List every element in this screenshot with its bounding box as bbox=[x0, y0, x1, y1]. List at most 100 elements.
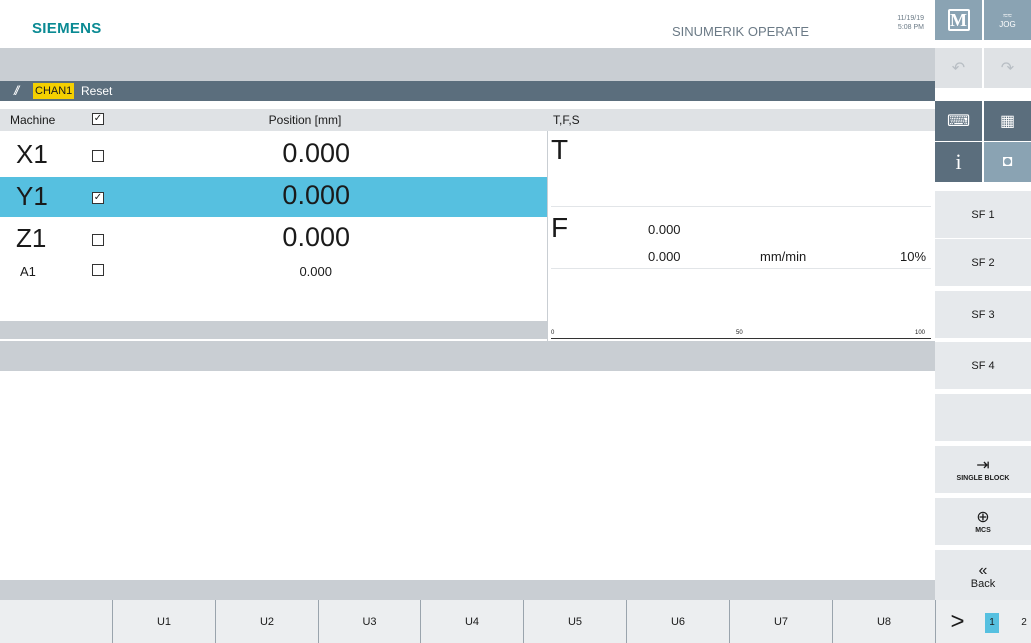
axis-checkbox[interactable] bbox=[92, 234, 104, 246]
crosshair-icon: ⊕ bbox=[976, 508, 990, 526]
axis-position: 0.000 bbox=[282, 138, 350, 168]
softkey-label: U8 bbox=[876, 615, 892, 628]
single-block-icon: ⇥ bbox=[976, 456, 990, 474]
softkey-label: U5 bbox=[567, 615, 583, 628]
jog-label: JOG bbox=[999, 20, 1016, 29]
jog-icon: ≈≈ JOG bbox=[999, 11, 1015, 29]
softkey-label: SF 4 bbox=[971, 359, 995, 372]
scale-tick-label: 0 bbox=[551, 330, 555, 336]
jog-mode-button[interactable]: ≈≈ JOG bbox=[984, 0, 1031, 40]
info-icon: i bbox=[955, 149, 962, 174]
softkey-sf3[interactable]: SF 3 bbox=[935, 290, 1031, 338]
program-window-footer bbox=[0, 580, 935, 600]
page-indicator-1[interactable]: 1 bbox=[985, 613, 999, 633]
softkey-label: U7 bbox=[773, 615, 789, 628]
scale-tick-label: 50 bbox=[736, 330, 743, 336]
machine-icon: M bbox=[947, 9, 970, 31]
next-page-button[interactable]: > bbox=[935, 600, 979, 643]
brand-logo: SIEMENS bbox=[32, 20, 102, 37]
tfs-title: T,F,S bbox=[553, 113, 580, 127]
softkey-empty[interactable] bbox=[935, 393, 1031, 441]
machine-area-button[interactable]: M bbox=[935, 0, 982, 40]
softkey-label: U1 bbox=[156, 615, 172, 628]
product-name: SINUMERIK OPERATE bbox=[672, 24, 810, 39]
scale-tick-label: 100 bbox=[915, 330, 926, 336]
tfs-window bbox=[547, 109, 935, 341]
softkey-label: SF 3 bbox=[971, 308, 995, 321]
back-button[interactable]: « Back bbox=[935, 549, 1031, 600]
camera-icon: ◘ bbox=[1002, 153, 1013, 170]
screenshot-button[interactable]: ◘ bbox=[984, 142, 1031, 182]
feed-unit: mm/min bbox=[760, 249, 807, 264]
calculator-button[interactable]: ▦ bbox=[984, 101, 1031, 141]
divider bbox=[551, 268, 931, 269]
page-indicator-2[interactable]: 2 bbox=[1017, 613, 1031, 633]
program-window-header bbox=[0, 341, 935, 371]
tool-label: T bbox=[551, 134, 569, 165]
keyboard-button[interactable]: ⌨ bbox=[935, 101, 982, 141]
mcs-button[interactable]: ⊕ MCS bbox=[935, 497, 1031, 545]
single-block-label: SINGLE BLOCK bbox=[956, 474, 1010, 482]
redo-icon: ↷ bbox=[1000, 60, 1015, 77]
axis-position: 0.000 bbox=[299, 264, 332, 279]
jog-wave-icon: ≈≈ bbox=[1003, 11, 1012, 20]
softkey-u4[interactable]: U4 bbox=[420, 600, 523, 643]
axis-checkbox[interactable] bbox=[92, 150, 104, 162]
softkey-label: U6 bbox=[670, 615, 686, 628]
mcs-label: MCS bbox=[975, 526, 991, 534]
softkey-label: U4 bbox=[464, 615, 480, 628]
redo-button[interactable]: ↷ bbox=[984, 48, 1031, 88]
machine-column-label: Machine bbox=[10, 113, 56, 127]
axis-checkbox[interactable] bbox=[92, 264, 104, 276]
info-button[interactable]: i bbox=[935, 142, 982, 182]
keyboard-icon: ⌨ bbox=[946, 113, 971, 130]
position-footer bbox=[0, 321, 547, 339]
softkey-u8[interactable]: U8 bbox=[832, 600, 935, 643]
axis-position: 0.000 bbox=[282, 180, 350, 210]
axis-name: A1 bbox=[20, 264, 36, 279]
datetime: 11/19/19 5:08 PM bbox=[880, 14, 924, 32]
position-header: Machine ✓ Position [mm] bbox=[0, 109, 547, 131]
calculator-icon: ▦ bbox=[999, 113, 1016, 130]
softkey-u1[interactable]: U1 bbox=[112, 600, 215, 643]
feed-override: 10% bbox=[900, 249, 927, 264]
softkey-u6[interactable]: U6 bbox=[626, 600, 729, 643]
softkey-u2[interactable]: U2 bbox=[215, 600, 318, 643]
softkey-sf4[interactable]: SF 4 bbox=[935, 341, 1031, 389]
feed-actual: 0.000 bbox=[648, 249, 681, 264]
softkey-u5[interactable]: U5 bbox=[523, 600, 626, 643]
axis-row-y1[interactable]: Y1 ✓ 0.000 bbox=[0, 177, 547, 217]
axis-checkbox-checked[interactable]: ✓ bbox=[92, 192, 104, 204]
undo-icon: ↶ bbox=[951, 60, 966, 77]
axis-row-a1[interactable]: A1 0.000 bbox=[0, 260, 547, 284]
feed-label: F bbox=[551, 212, 569, 243]
channel-badge: CHAN1 bbox=[33, 83, 75, 99]
softkey-u3[interactable]: U3 bbox=[318, 600, 420, 643]
channel-status-text: Reset bbox=[81, 84, 113, 98]
tfs-header: T,F,S bbox=[547, 109, 935, 131]
position-column-label: Position [mm] bbox=[268, 113, 342, 127]
softkey-sf1[interactable]: SF 1 bbox=[935, 190, 1031, 238]
date-text: 11/19/19 bbox=[897, 15, 924, 22]
axis-name: Y1 bbox=[16, 181, 48, 211]
axis-name: Z1 bbox=[16, 223, 47, 253]
reset-state-icon: // bbox=[14, 83, 19, 98]
softkey-u7[interactable]: U7 bbox=[729, 600, 832, 643]
back-label: Back bbox=[970, 578, 996, 590]
divider bbox=[551, 206, 931, 207]
softkey-label: SF 1 bbox=[971, 208, 995, 221]
message-line bbox=[0, 48, 935, 81]
axis-position: 0.000 bbox=[282, 222, 350, 252]
axis-row-x1[interactable]: X1 0.000 bbox=[0, 135, 547, 175]
softkey-label: U3 bbox=[362, 615, 377, 628]
channel-status-bar: // CHAN1 Reset bbox=[0, 81, 935, 101]
select-all-checkbox[interactable]: ✓ bbox=[92, 113, 104, 125]
axis-row-z1[interactable]: Z1 0.000 bbox=[0, 219, 547, 259]
undo-button[interactable]: ↶ bbox=[935, 48, 982, 88]
axis-name: X1 bbox=[16, 139, 48, 169]
softkey-label: U2 bbox=[259, 615, 275, 628]
single-block-button[interactable]: ⇥ SINGLE BLOCK bbox=[935, 445, 1031, 493]
softkey-sf2[interactable]: SF 2 bbox=[935, 238, 1031, 286]
time-text: 5:08 PM bbox=[897, 24, 924, 31]
softkey-label: SF 2 bbox=[971, 256, 995, 269]
